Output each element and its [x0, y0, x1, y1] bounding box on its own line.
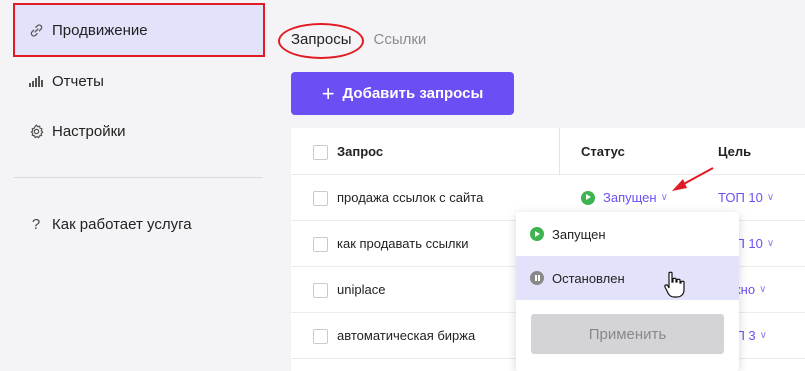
query-text: как продавать ссылки	[337, 236, 469, 251]
query-text: продажа ссылок с сайта	[337, 190, 484, 205]
sidebar-item-promotion[interactable]: Продвижение	[13, 3, 265, 57]
chevron-down-icon: ∨	[759, 284, 767, 295]
sidebar-divider	[14, 177, 263, 178]
goal-value: ТОП 10	[718, 190, 763, 205]
status-option-stopped[interactable]: Остановлен	[516, 256, 739, 300]
sidebar: Продвижение Отчеты Настройки ? Как работ…	[0, 0, 277, 371]
chevron-down-icon: ∨	[759, 330, 767, 341]
status-value: Запущен	[603, 190, 657, 205]
option-label: Запущен	[552, 226, 606, 242]
status-selector[interactable]: Запущен ∨	[581, 190, 668, 205]
chevron-down-icon: ∨	[766, 192, 775, 203]
option-label: Остановлен	[552, 270, 625, 286]
query-text: uniplace	[337, 282, 386, 297]
row-checkbox[interactable]	[313, 191, 328, 206]
tab-bar: Запросы Ссылки	[278, 23, 427, 59]
status-option-running[interactable]: Запущен	[516, 212, 739, 256]
sidebar-item-label: Как работает услуга	[52, 215, 192, 233]
row-checkbox[interactable]	[313, 329, 328, 344]
chevron-down-icon: ∨	[660, 192, 668, 203]
column-header-goal: Цель	[718, 144, 752, 159]
sidebar-item-settings[interactable]: Настройки	[14, 105, 264, 157]
pause-icon	[530, 271, 544, 285]
row-checkbox[interactable]	[313, 283, 328, 298]
gear-icon	[28, 123, 44, 139]
bar-chart-icon	[28, 73, 44, 89]
goal-selector[interactable]: ТОП 10 ∨	[718, 190, 774, 205]
tab-queries[interactable]: Запросы	[278, 23, 364, 59]
sidebar-item-reports[interactable]: Отчеты	[14, 55, 264, 107]
add-queries-button[interactable]: + Добавить запросы	[291, 72, 514, 115]
tab-links[interactable]: Ссылки	[374, 26, 427, 54]
row-checkbox[interactable]	[313, 237, 328, 252]
sidebar-item-label: Отчеты	[52, 72, 104, 90]
plus-icon: +	[321, 80, 335, 106]
play-icon	[530, 227, 544, 241]
status-dropdown: Запущен Остановлен Применить	[516, 212, 739, 371]
link-icon	[28, 22, 44, 38]
question-icon: ?	[31, 215, 41, 233]
column-header-status: Статус	[581, 144, 625, 159]
column-divider	[559, 128, 560, 175]
apply-button[interactable]: Применить	[531, 314, 724, 354]
query-text: автоматическая биржа	[337, 328, 476, 343]
play-icon	[581, 190, 595, 205]
sidebar-item-label: Настройки	[52, 122, 126, 140]
sidebar-item-label: Продвижение	[52, 21, 148, 39]
sidebar-item-help[interactable]: ? Как работает услуга	[14, 198, 264, 250]
select-all-checkbox[interactable]	[313, 145, 328, 160]
chevron-down-icon: ∨	[766, 238, 775, 249]
column-header-query: Запрос	[337, 144, 384, 159]
table-header: Запрос Статус Цель	[291, 128, 805, 175]
add-queries-label: Добавить запросы	[342, 85, 484, 102]
